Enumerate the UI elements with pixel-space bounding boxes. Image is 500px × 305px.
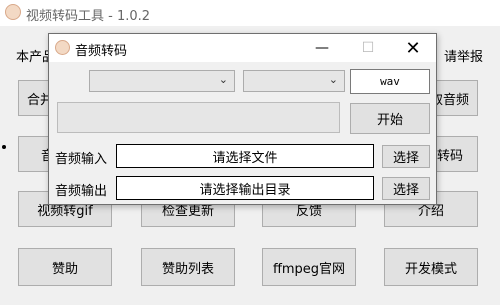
- format-field[interactable]: wav: [350, 69, 430, 94]
- dialog-title: 音频转码: [75, 44, 128, 59]
- main-window-title: 视频转码工具 - 1.0.2: [26, 9, 151, 24]
- choose-output-button[interactable]: 选择: [382, 177, 430, 200]
- close-icon[interactable]: ✕: [390, 34, 436, 62]
- dialog-title-bar: 音频转码 — ☐ ✕: [49, 34, 436, 62]
- bullet-dot: [2, 145, 6, 149]
- minimize-icon[interactable]: —: [299, 34, 345, 62]
- main-window: 视频转码工具 - 1.0.2 本产品 请举报 合并 取音频 音 转码 视频转gi…: [0, 0, 500, 305]
- dev-mode-button[interactable]: 开发模式: [384, 248, 478, 286]
- bitrate-select[interactable]: ⌄: [243, 70, 345, 92]
- progress-bar: [57, 102, 340, 133]
- start-button[interactable]: 开始: [350, 103, 430, 134]
- dialog-avatar-icon: [55, 40, 70, 55]
- main-title-bar: 视频转码工具 - 1.0.2: [0, 0, 500, 26]
- audio-input-label: 音频输入: [55, 152, 108, 167]
- sponsor-list-button[interactable]: 赞助列表: [141, 248, 235, 286]
- transcode-button-label: 转码: [436, 148, 463, 164]
- maximize-icon[interactable]: ☐: [345, 34, 391, 62]
- audio-output-field[interactable]: 请选择输出目录: [116, 176, 374, 200]
- app-avatar-icon: [5, 4, 21, 20]
- chevron-down-icon: ⌄: [328, 73, 338, 86]
- ffmpeg-site-button[interactable]: ffmpeg官网: [262, 248, 356, 286]
- choose-input-button[interactable]: 选择: [382, 145, 430, 168]
- chevron-down-icon: ⌄: [218, 73, 228, 86]
- sponsor-button[interactable]: 赞助: [18, 248, 112, 286]
- audio-input-field[interactable]: 请选择文件: [116, 144, 374, 168]
- report-link[interactable]: 请举报: [444, 46, 483, 65]
- codec-select[interactable]: ⌄: [89, 70, 235, 92]
- audio-transcode-dialog: 音频转码 — ☐ ✕ ⌄ ⌄ wav 开始 音频输入 请选择文件 选择 音频输出…: [48, 33, 437, 205]
- audio-output-label: 音频输出: [55, 184, 108, 199]
